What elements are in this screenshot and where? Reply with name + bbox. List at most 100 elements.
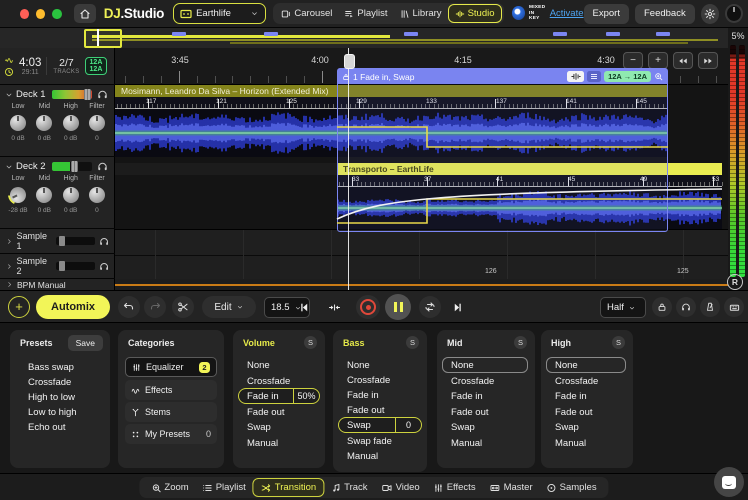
tab-samples[interactable]: Samples — [540, 479, 604, 496]
pause-button[interactable] — [385, 294, 411, 320]
category-equalizer[interactable]: Equalizer 2 — [125, 357, 217, 377]
mid-option[interactable]: Fade out — [451, 407, 489, 418]
high-option[interactable]: Crossfade — [555, 376, 598, 387]
bass-option-selected[interactable]: Swap 0 — [338, 417, 422, 433]
deck1-mid-knob[interactable] — [36, 115, 52, 131]
volume-option[interactable]: None — [247, 360, 270, 371]
bpm-lane[interactable]: 126 125 — [115, 279, 728, 290]
edit-dropdown[interactable]: Edit — [202, 296, 256, 318]
tab-playlist[interactable]: Playlist — [196, 479, 253, 496]
category-stems[interactable]: Stems — [125, 402, 217, 422]
preset-item[interactable]: Bass swap — [28, 362, 74, 373]
headphones-icon[interactable] — [97, 89, 108, 100]
deck2-low-knob[interactable] — [7, 184, 28, 205]
volume-option-value[interactable]: 50% — [293, 389, 319, 403]
deck2-mid-knob[interactable] — [36, 187, 52, 203]
metronome-button[interactable] — [700, 297, 720, 317]
tab-transition[interactable]: Transition — [253, 478, 324, 497]
transition-region[interactable]: 1 Fade in, Swap 12A → 12A — [337, 68, 668, 232]
playhead-handle[interactable] — [344, 54, 355, 69]
loop-button[interactable] — [419, 296, 441, 318]
bass-option[interactable]: Fade in — [347, 390, 379, 401]
mid-option[interactable]: Swap — [451, 422, 475, 433]
automix-button[interactable]: Automix — [36, 295, 110, 319]
bass-option[interactable]: None — [347, 360, 370, 371]
bpm-row[interactable]: BPM Manual — [0, 279, 115, 290]
zoom-in-button[interactable]: + — [648, 52, 668, 69]
cut-button[interactable] — [172, 296, 194, 318]
master-volume-knob[interactable] — [725, 4, 743, 23]
project-selector[interactable]: Earthlife — [173, 3, 266, 24]
save-preset-button[interactable]: Save — [68, 335, 103, 351]
chevron-right-icon[interactable] — [6, 263, 13, 270]
volume-solo-button[interactable]: S — [304, 336, 317, 349]
category-effects[interactable]: Effects — [125, 380, 217, 400]
bass-option[interactable]: Manual — [347, 451, 378, 462]
deck2-volume-slider[interactable] — [52, 162, 92, 171]
preset-item[interactable]: Low to high — [28, 407, 77, 418]
timeline-area[interactable]: 3:45 4:00 4:15 4:30 − + Mosimann, Leandr… — [115, 48, 728, 290]
skip-to-start-button[interactable] — [294, 297, 314, 317]
bpm-automation-line[interactable] — [115, 284, 728, 286]
jump-back-button[interactable] — [673, 52, 693, 69]
playhead[interactable] — [348, 48, 349, 290]
tab-effects[interactable]: Effects — [427, 479, 483, 496]
tab-track[interactable]: Track — [324, 479, 374, 496]
deck1-high-knob[interactable] — [63, 115, 79, 131]
high-option[interactable]: Manual — [555, 438, 586, 449]
preset-item[interactable]: Echo out — [28, 422, 66, 433]
jump-forward-button[interactable] — [698, 52, 718, 69]
sample-lanes[interactable] — [115, 229, 728, 280]
high-option[interactable]: Fade out — [555, 407, 593, 418]
mid-option[interactable]: Fade in — [451, 391, 483, 402]
zoom-to-transition-icon[interactable] — [654, 72, 663, 81]
volume-option-selected[interactable]: Fade in 50% — [238, 388, 320, 404]
keyboard-shortcuts-button[interactable] — [724, 297, 744, 317]
high-option[interactable]: Swap — [555, 422, 579, 433]
volume-option[interactable]: Fade out — [247, 407, 285, 418]
record-button[interactable] — [356, 295, 380, 319]
mid-solo-button[interactable]: S — [514, 336, 527, 349]
tab-master[interactable]: Master — [483, 479, 540, 496]
redo-button[interactable] — [144, 296, 166, 318]
bass-option[interactable]: Crossfade — [347, 375, 390, 386]
feedback-button[interactable]: Feedback — [635, 4, 695, 24]
chevron-down-icon[interactable] — [5, 91, 13, 99]
tab-video[interactable]: Video — [375, 479, 427, 496]
category-my-presets[interactable]: My Presets 0 — [125, 424, 217, 444]
preset-item[interactable]: High to low — [28, 392, 75, 403]
deck2-high-knob[interactable] — [63, 187, 79, 203]
tab-zoom[interactable]: Zoom — [144, 479, 195, 496]
chevron-down-icon[interactable] — [5, 163, 13, 171]
overview-viewport[interactable] — [84, 29, 122, 48]
home-button[interactable] — [74, 4, 96, 23]
mid-option-selected[interactable]: None — [442, 357, 528, 373]
high-option-selected[interactable]: None — [546, 357, 626, 373]
headphones-icon[interactable] — [99, 236, 109, 247]
nav-carousel[interactable]: Carousel — [275, 5, 338, 22]
add-transition-button[interactable]: + — [8, 296, 30, 318]
auto-gain-badge[interactable]: R — [727, 274, 743, 290]
deck1-filter-knob[interactable] — [89, 115, 105, 131]
zoom-out-button[interactable]: − — [623, 52, 643, 69]
chevron-right-icon[interactable] — [6, 281, 13, 288]
deck1-volume-slider[interactable] — [52, 90, 92, 99]
skip-to-end-button[interactable] — [447, 297, 467, 317]
mid-option[interactable]: Manual — [451, 438, 482, 449]
nav-library[interactable]: Library — [394, 5, 448, 22]
activate-link[interactable]: Activate — [550, 8, 584, 19]
speed-dropdown[interactable]: Half — [600, 297, 646, 318]
export-button[interactable]: Export — [584, 4, 629, 24]
sample1-volume-slider[interactable] — [56, 237, 95, 245]
window-minimize-button[interactable] — [36, 9, 45, 19]
bass-option[interactable]: Fade out — [347, 405, 385, 416]
high-solo-button[interactable]: S — [612, 336, 625, 349]
support-chat-button[interactable] — [714, 467, 744, 497]
sample2-volume-slider[interactable] — [56, 262, 95, 270]
volume-option[interactable]: Crossfade — [247, 376, 290, 387]
transition-header[interactable]: 1 Fade in, Swap 12A → 12A — [338, 69, 667, 84]
cue-headphones-button[interactable] — [676, 297, 696, 317]
deck1-low-knob[interactable] — [10, 115, 26, 131]
high-option[interactable]: Fade in — [555, 391, 587, 402]
undo-button[interactable] — [118, 296, 140, 318]
